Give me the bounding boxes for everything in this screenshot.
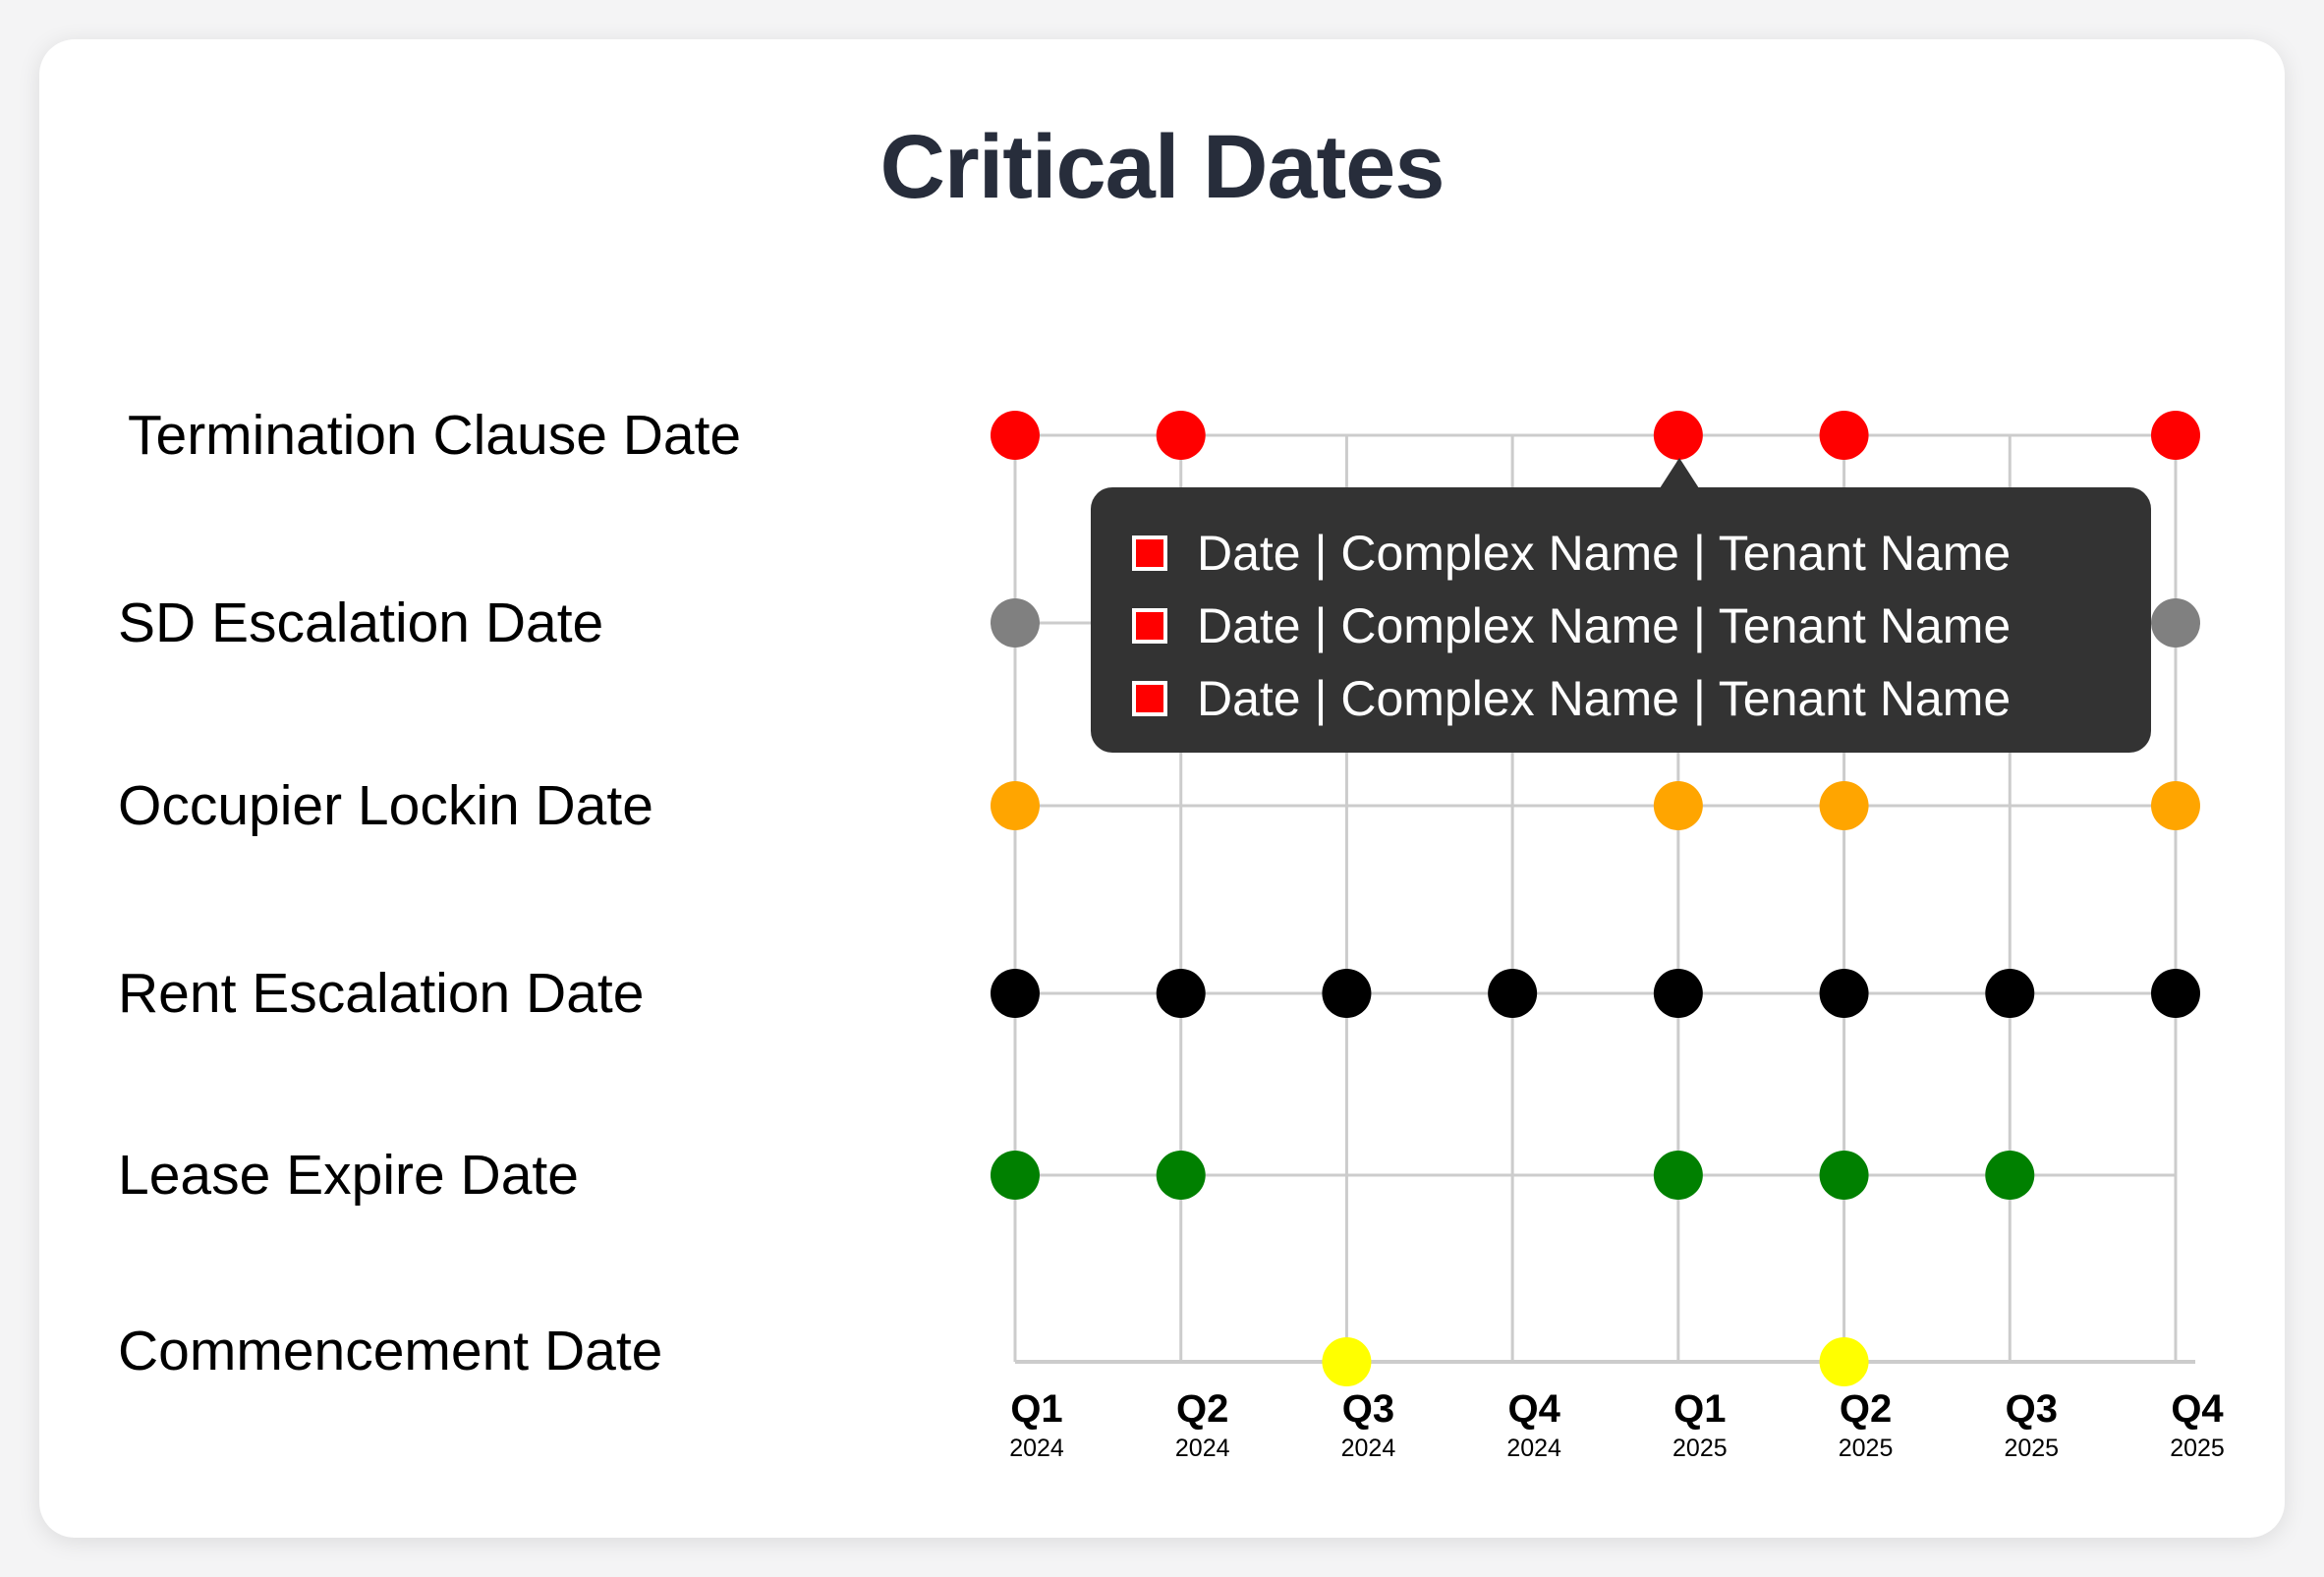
tooltip-swatch-icon bbox=[1132, 608, 1167, 644]
tooltip-row: Date | Complex Name | Tenant Name bbox=[1132, 517, 2151, 590]
tooltip-swatch-icon bbox=[1132, 535, 1167, 571]
x-tick-quarter: Q1 bbox=[1010, 1387, 1063, 1431]
row-label: Rent Escalation Date bbox=[118, 962, 645, 1025]
data-point bbox=[1156, 969, 1206, 1018]
x-tick-quarter: Q3 bbox=[1341, 1387, 1395, 1431]
data-point bbox=[1156, 411, 1206, 460]
data-point bbox=[2151, 411, 2200, 460]
x-tick-quarter: Q2 bbox=[1176, 1387, 1229, 1431]
data-point bbox=[1653, 969, 1703, 1018]
tooltip-text: Date | Complex Name | Tenant Name bbox=[1197, 526, 2012, 581]
x-tick-year: 2024 bbox=[1009, 1435, 1064, 1462]
data-point bbox=[1819, 411, 1869, 460]
x-tick-year: 2024 bbox=[1174, 1435, 1230, 1462]
data-point bbox=[2151, 969, 2200, 1018]
x-tick-year: 2025 bbox=[1672, 1435, 1728, 1462]
data-point bbox=[991, 411, 1040, 460]
data-point bbox=[1985, 1151, 2035, 1200]
x-tick-year: 2025 bbox=[1838, 1435, 1894, 1462]
data-point bbox=[1322, 969, 1372, 1018]
row-label: Lease Expire Date bbox=[118, 1144, 579, 1207]
x-tick-quarter: Q3 bbox=[2005, 1387, 2058, 1431]
data-point bbox=[1819, 1151, 1869, 1200]
x-tick-quarter: Q1 bbox=[1673, 1387, 1727, 1431]
x-tick-quarter: Q4 bbox=[1507, 1387, 1560, 1431]
row-label: Occupier Lockin Date bbox=[118, 774, 653, 837]
x-tick-quarter: Q4 bbox=[2171, 1387, 2224, 1431]
data-point bbox=[1488, 969, 1538, 1018]
data-point bbox=[1653, 1151, 1703, 1200]
tooltip-swatch-icon bbox=[1132, 681, 1167, 716]
tooltip-arrow bbox=[1660, 458, 1699, 488]
x-tick-year: 2024 bbox=[1340, 1435, 1396, 1462]
data-point bbox=[991, 598, 1040, 648]
data-point bbox=[2151, 598, 2200, 648]
data-point bbox=[1322, 1337, 1372, 1386]
x-tick-quarter: Q2 bbox=[1839, 1387, 1893, 1431]
data-point bbox=[2151, 781, 2200, 830]
x-tick-year: 2025 bbox=[2004, 1435, 2060, 1462]
x-tick-year: 2024 bbox=[1506, 1435, 1561, 1462]
data-point bbox=[991, 781, 1040, 830]
data-point bbox=[1985, 969, 2035, 1018]
data-point bbox=[991, 1151, 1040, 1200]
x-tick-year: 2025 bbox=[2170, 1435, 2225, 1462]
row-label: Termination Clause Date bbox=[128, 404, 742, 467]
tooltip-row: Date | Complex Name | Tenant Name bbox=[1132, 662, 2151, 735]
data-point bbox=[1819, 969, 1869, 1018]
tooltip: Date | Complex Name | Tenant Name Date |… bbox=[1091, 487, 2151, 753]
row-label: Commencement Date bbox=[118, 1320, 663, 1382]
data-point bbox=[1819, 781, 1869, 830]
tooltip-text: Date | Complex Name | Tenant Name bbox=[1197, 671, 2012, 726]
tooltip-text: Date | Complex Name | Tenant Name bbox=[1197, 598, 2012, 653]
row-label: SD Escalation Date bbox=[118, 591, 604, 654]
data-point bbox=[1819, 1337, 1869, 1386]
data-point bbox=[1653, 411, 1703, 460]
data-point bbox=[991, 969, 1040, 1018]
data-point bbox=[1156, 1151, 1206, 1200]
data-point bbox=[1653, 781, 1703, 830]
tooltip-row: Date | Complex Name | Tenant Name bbox=[1132, 590, 2151, 662]
